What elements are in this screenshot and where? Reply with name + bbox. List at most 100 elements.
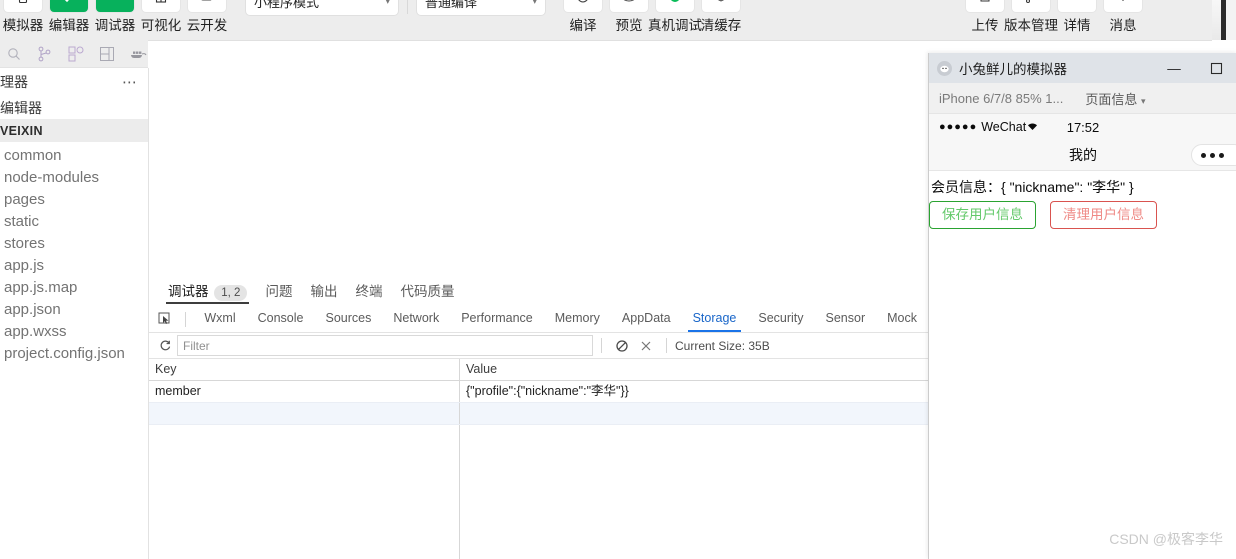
chevron-down-icon: ▾ bbox=[1140, 95, 1146, 106]
block-icon[interactable] bbox=[610, 335, 634, 356]
tab-label: Performance bbox=[461, 311, 533, 325]
close-icon[interactable] bbox=[634, 335, 658, 356]
toolbar-button-visualize[interactable]: 可视化 bbox=[138, 0, 184, 35]
window-edge-strip bbox=[1212, 0, 1236, 40]
tab-problems[interactable]: 问题 bbox=[256, 278, 301, 306]
refresh-icon bbox=[564, 0, 602, 12]
project-root-label: VEIXIN bbox=[0, 124, 43, 138]
compile-select-value: 普通编译 bbox=[425, 0, 478, 10]
capsule-menu-icon[interactable] bbox=[1191, 144, 1236, 166]
devtools-tab-wxml[interactable]: Wxml bbox=[193, 306, 246, 332]
file-tree-item[interactable]: project.config.json bbox=[0, 342, 148, 364]
file-name: pages bbox=[4, 190, 45, 208]
save-user-info-button[interactable]: 保存用户信息 bbox=[929, 201, 1036, 229]
compile-select[interactable]: 普通编译 ▾ bbox=[417, 0, 545, 15]
toolbar-button-message[interactable]: 消息 bbox=[1100, 0, 1146, 35]
devtools-tab-storage[interactable]: Storage bbox=[682, 306, 748, 332]
toolbar-button-debugger[interactable]: 调试器 bbox=[92, 0, 138, 35]
layers-icon bbox=[702, 0, 740, 12]
toolbar-button-compile[interactable]: 编译 bbox=[560, 0, 606, 35]
file-name: app.json bbox=[4, 300, 61, 318]
nav-title: 我的 bbox=[1069, 147, 1097, 163]
tab-label: AppData bbox=[621, 311, 671, 325]
devtools-tab-performance[interactable]: Performance bbox=[450, 306, 544, 332]
tab-label: 问题 bbox=[265, 284, 293, 299]
inspect-element-icon[interactable] bbox=[157, 309, 173, 329]
toolbar-button-cloud[interactable]: 云开发 bbox=[184, 0, 230, 35]
tab-code-quality[interactable]: 代码质量 bbox=[391, 278, 463, 306]
file-name: project.config.json bbox=[4, 344, 125, 362]
toolbar-button-device-debug[interactable]: 真机调试 bbox=[648, 0, 702, 35]
table-row[interactable]: member {"profile":{"nickname":"李华"}} bbox=[149, 381, 928, 403]
devtools-tab-memory[interactable]: Memory bbox=[544, 306, 611, 332]
git-branch-icon[interactable] bbox=[35, 43, 54, 65]
mode-select[interactable]: 小程序模式 ▾ bbox=[246, 0, 398, 15]
devtools-tab-sensor[interactable]: Sensor bbox=[815, 306, 877, 332]
file-tree-item[interactable]: app.js bbox=[0, 254, 148, 276]
app-logo-icon bbox=[937, 60, 952, 76]
file-tree-item[interactable]: static bbox=[0, 210, 148, 232]
code-editor-area[interactable] bbox=[149, 68, 928, 279]
window-controls: — bbox=[1153, 53, 1236, 83]
devtools-tab-mock[interactable]: Mock bbox=[876, 306, 928, 332]
file-name: stores bbox=[4, 234, 45, 252]
phone-nav-bar: 我的 bbox=[929, 140, 1236, 171]
project-root-row[interactable]: VEIXIN bbox=[0, 120, 148, 142]
devtools-tab-console[interactable]: Console bbox=[247, 306, 315, 332]
clear-user-info-button[interactable]: 清理用户信息 bbox=[1050, 201, 1157, 229]
toolbar-button-editor[interactable]: 编辑器 bbox=[46, 0, 92, 35]
toolbar-label: 编译 bbox=[569, 18, 597, 33]
toolbar-button-preview[interactable]: 预览 bbox=[606, 0, 652, 35]
refresh-icon[interactable] bbox=[153, 335, 177, 356]
file-tree-item[interactable]: stores bbox=[0, 232, 148, 254]
more-options-icon[interactable]: ⋯ bbox=[122, 73, 138, 91]
devtools-tab-network[interactable]: Network bbox=[382, 306, 450, 332]
tab-label: Console bbox=[257, 311, 304, 325]
toolbar-label: 编辑器 bbox=[48, 18, 90, 33]
table-row-empty[interactable] bbox=[149, 403, 928, 425]
file-explorer-sidebar: 理器 ⋯ 编辑器 VEIXIN common node-modules page… bbox=[0, 68, 149, 559]
device-selector[interactable]: iPhone 6/7/8 85% 1... bbox=[929, 91, 1063, 106]
file-tree: common node-modules pages static stores … bbox=[0, 142, 148, 364]
tab-label: 调试器 bbox=[168, 284, 209, 299]
top-toolbar: 模拟器 编辑器 调试器 可视化 云开发 小程序模式 ▾ 普通编译 ▾ 编译 预览… bbox=[0, 0, 1212, 41]
maximize-button[interactable] bbox=[1195, 53, 1236, 83]
explorer-subsection[interactable]: 编辑器 bbox=[0, 96, 148, 120]
file-tree-item[interactable]: common bbox=[0, 144, 148, 166]
devtools-tab-security[interactable]: Security bbox=[747, 306, 814, 332]
toolbar-button-simulator[interactable]: 模拟器 bbox=[0, 0, 46, 35]
explorer-title: 理器 bbox=[0, 74, 28, 90]
tab-debugger[interactable]: 调试器 1, 2 bbox=[159, 278, 256, 306]
filter-input[interactable] bbox=[177, 335, 593, 356]
layout-icon[interactable] bbox=[98, 43, 117, 65]
devtools-tab-sources[interactable]: Sources bbox=[315, 306, 383, 332]
tab-label: 代码质量 bbox=[400, 284, 455, 299]
toolbar-label: 消息 bbox=[1109, 18, 1137, 33]
column-header-key[interactable]: Key bbox=[149, 359, 460, 380]
file-tree-item[interactable]: node-modules bbox=[0, 166, 148, 188]
search-icon[interactable] bbox=[4, 43, 23, 65]
table-empty-space bbox=[149, 425, 928, 559]
file-name: app.wxss bbox=[4, 322, 67, 340]
page-content: 会员信息：{ "nickname": "李华" } 保存用户信息 清理用户信息 bbox=[929, 171, 1236, 229]
chevron-down-icon: ▾ bbox=[532, 0, 537, 6]
file-tree-item[interactable]: app.js.map bbox=[0, 276, 148, 298]
toolbar-button-details[interactable]: 详情 bbox=[1054, 0, 1100, 35]
column-header-value[interactable]: Value bbox=[460, 359, 928, 380]
tab-terminal[interactable]: 终端 bbox=[346, 278, 391, 306]
toolbar-button-version[interactable]: 版本管理 bbox=[1004, 0, 1058, 35]
page-info-dropdown[interactable]: 页面信息 ▾ bbox=[1085, 89, 1145, 108]
file-tree-item[interactable]: app.json bbox=[0, 298, 148, 320]
tab-output[interactable]: 输出 bbox=[301, 278, 346, 306]
toolbar-button-clear-cache[interactable]: 清缓存 bbox=[698, 0, 744, 35]
simulator-title-bar[interactable]: 小兔鲜儿的模拟器 — bbox=[929, 53, 1236, 83]
toolbar-label: 模拟器 bbox=[2, 18, 44, 33]
storage-table: Key Value member {"profile":{"nickname":… bbox=[149, 359, 928, 559]
extensions-icon[interactable] bbox=[66, 43, 85, 65]
minimize-button[interactable]: — bbox=[1153, 53, 1195, 83]
docker-icon[interactable] bbox=[129, 43, 148, 65]
file-tree-item[interactable]: app.wxss bbox=[0, 320, 148, 342]
devtools-tab-appdata[interactable]: AppData bbox=[611, 306, 682, 332]
file-tree-item[interactable]: pages bbox=[0, 188, 148, 210]
toolbar-button-upload[interactable]: 上传 bbox=[962, 0, 1008, 35]
